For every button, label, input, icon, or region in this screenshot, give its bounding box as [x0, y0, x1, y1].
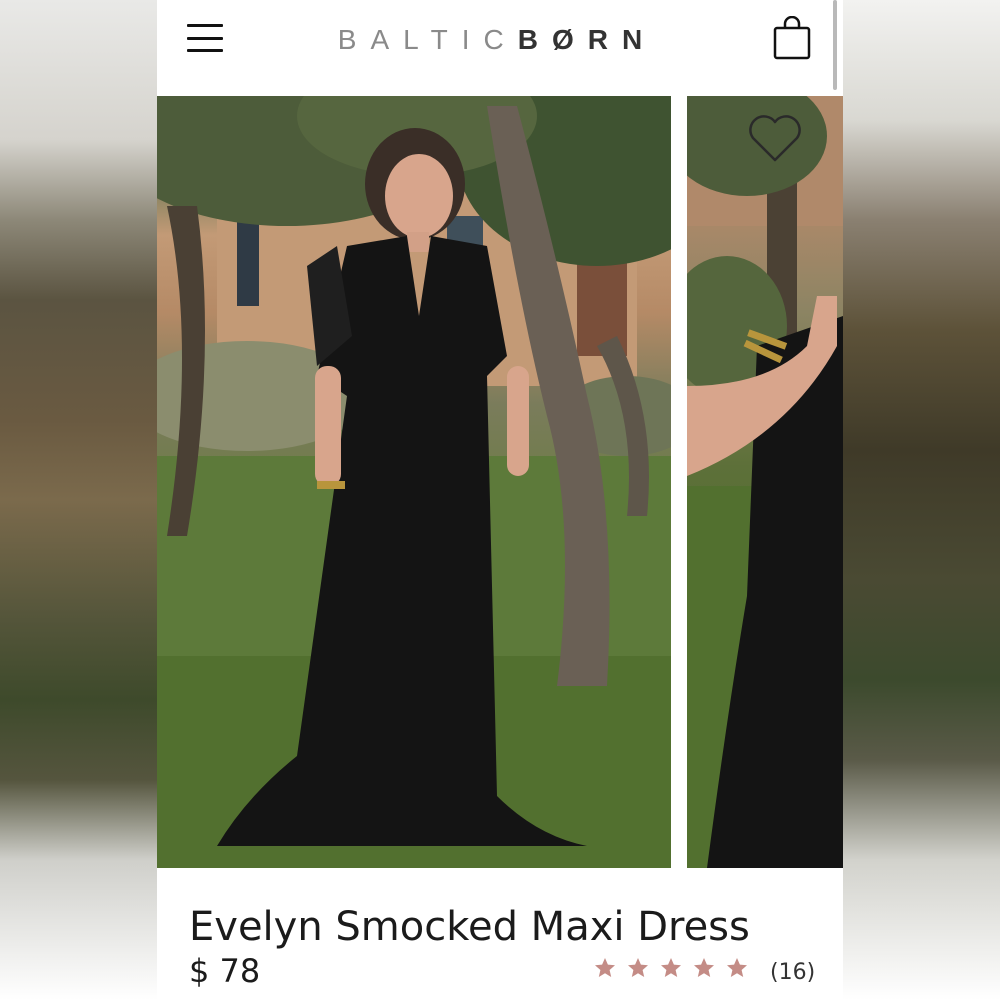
product-title: Evelyn Smocked Maxi Dress: [189, 904, 750, 950]
product-image-main[interactable]: [157, 96, 671, 868]
review-count[interactable]: (16): [770, 960, 815, 985]
star-icon: [725, 956, 758, 988]
product-image-secondary[interactable]: [687, 96, 843, 868]
hamburger-menu-icon[interactable]: [187, 24, 223, 52]
star-icon: [593, 956, 626, 988]
blurred-background-right: [843, 0, 1000, 1000]
logo-text-light: BALTIC: [337, 24, 518, 55]
star-icon: [659, 956, 692, 988]
blurred-background-left: [0, 0, 157, 1000]
product-page: BALTIC BØRN Evelyn Smocked Maxi Dress $ …: [157, 0, 843, 1000]
product-rating[interactable]: (16): [593, 956, 815, 988]
star-icon: [626, 956, 659, 988]
product-image-gallery[interactable]: [157, 96, 843, 868]
logo-text-dark: BØRN: [517, 24, 657, 55]
scrollbar[interactable]: [833, 0, 837, 90]
site-header: BALTIC BØRN: [157, 0, 843, 96]
brand-logo[interactable]: BALTIC BØRN: [297, 20, 697, 60]
star-icon: [692, 956, 725, 988]
product-price: $ 78: [189, 952, 261, 990]
shopping-bag-icon[interactable]: [772, 15, 812, 62]
heart-icon[interactable]: [747, 114, 803, 164]
